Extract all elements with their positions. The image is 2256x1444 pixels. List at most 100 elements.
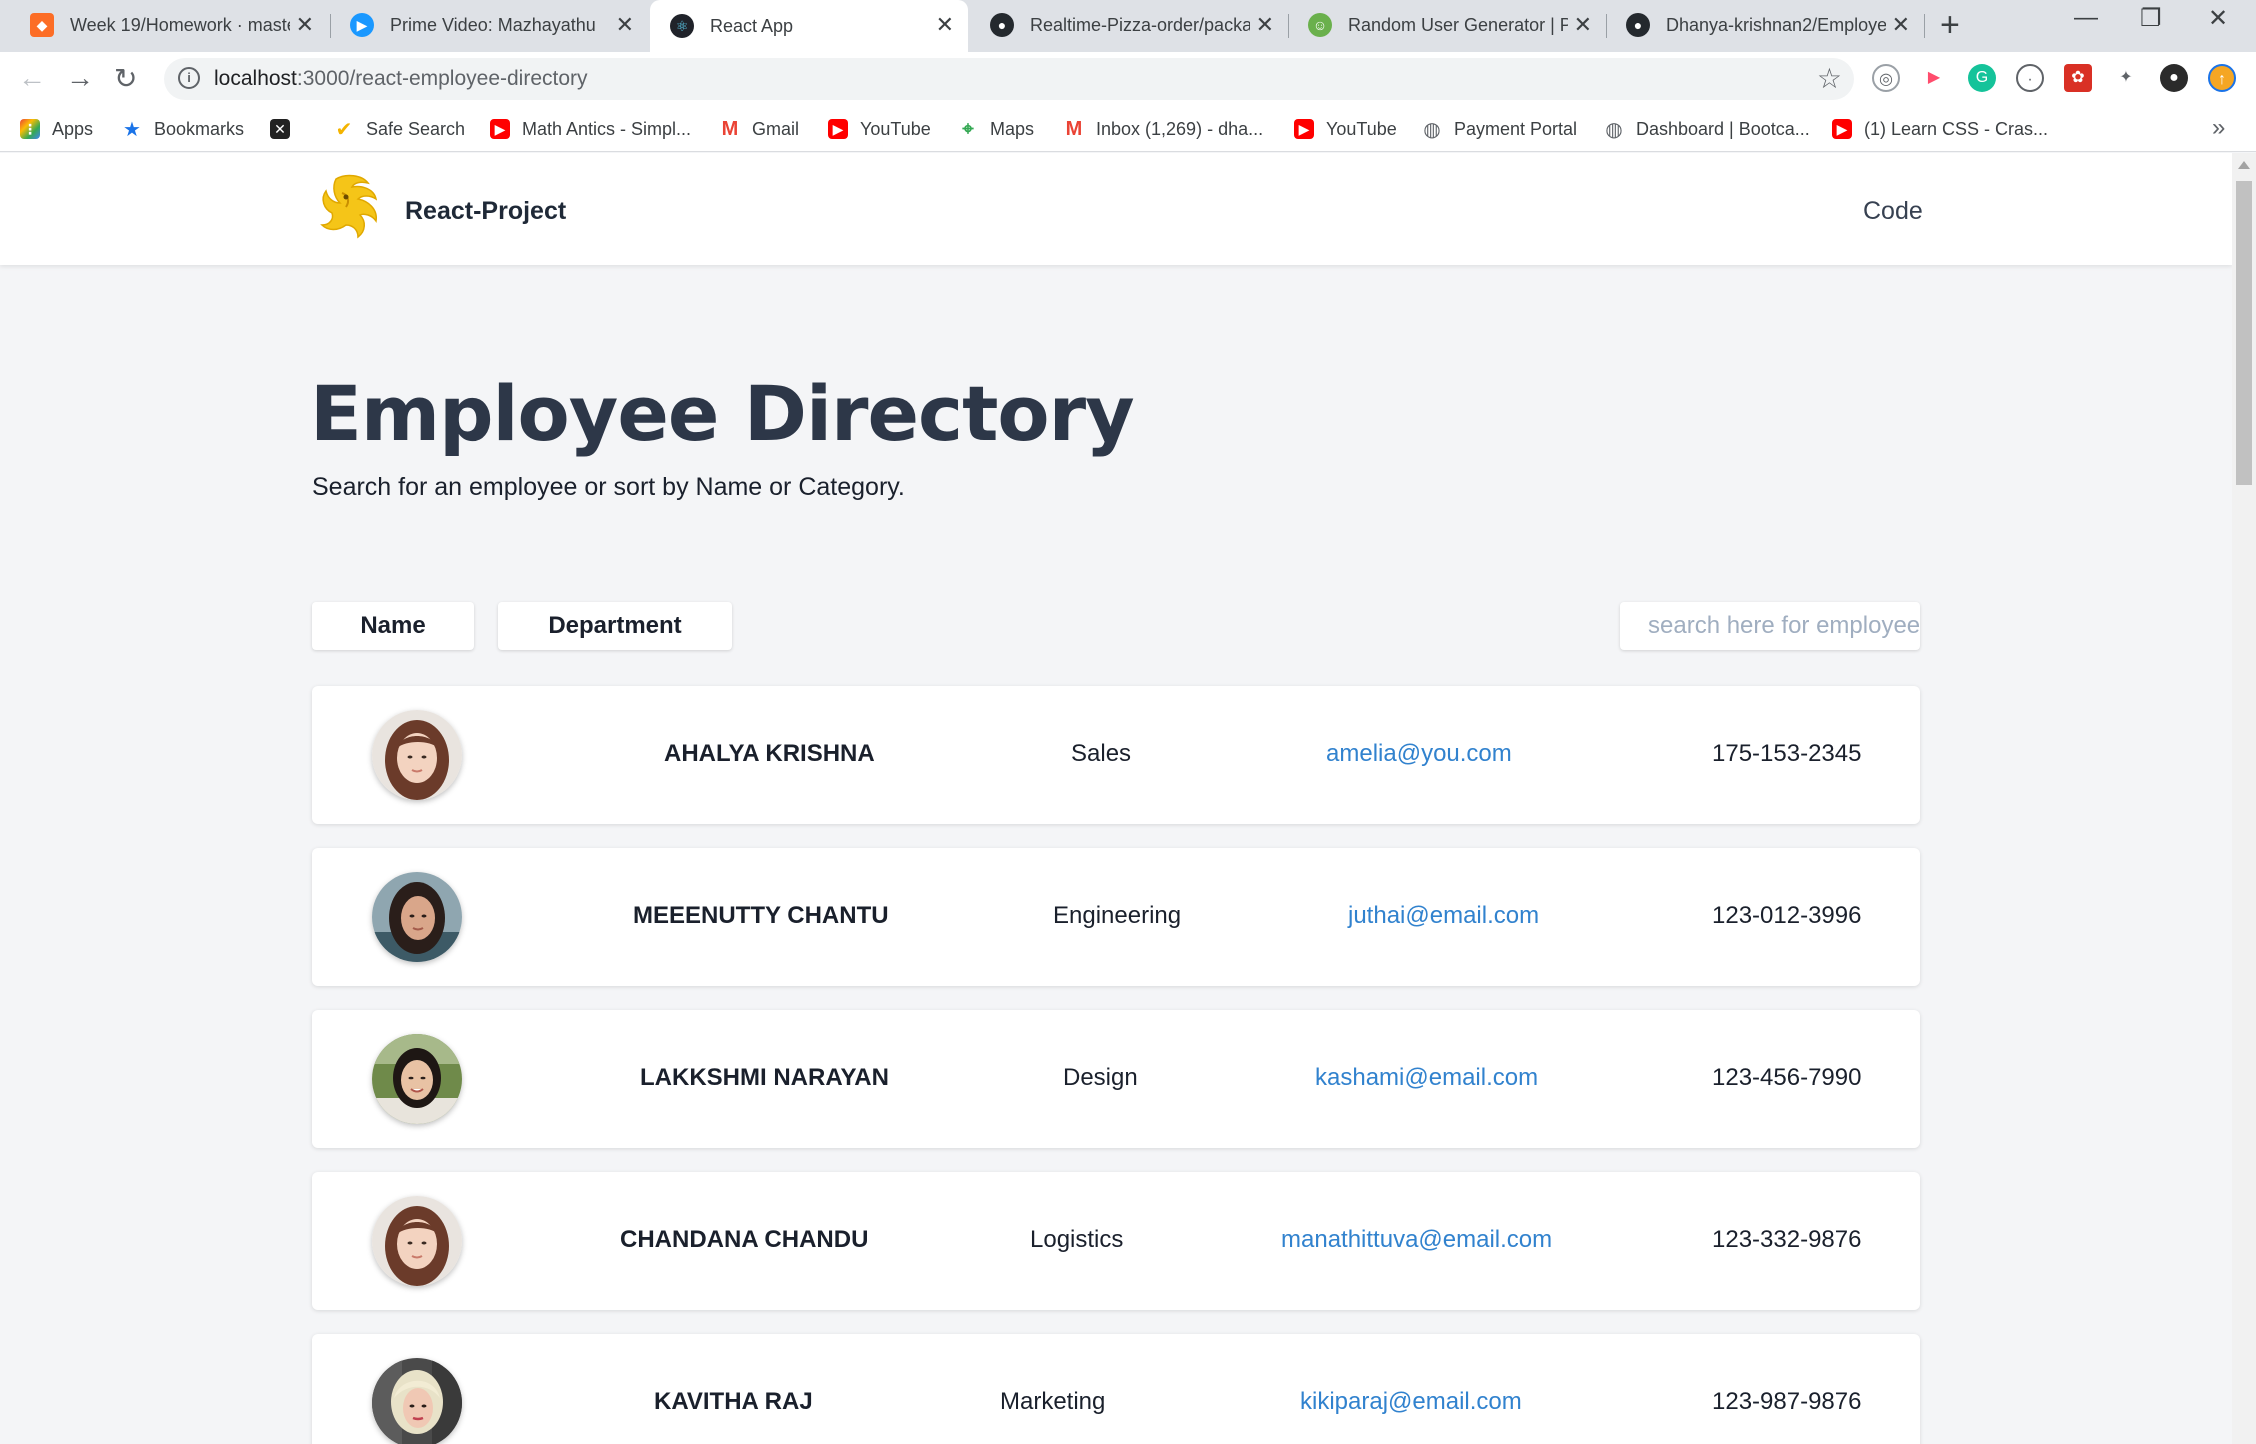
youtube-icon: ▶ xyxy=(828,119,848,139)
extension-icon[interactable]: ✿ xyxy=(2064,64,2092,92)
bookmark-item[interactable]: ✕ xyxy=(270,116,302,142)
extensions-puzzle-icon[interactable]: ✦ xyxy=(2112,64,2140,92)
new-tab-icon[interactable]: + xyxy=(1940,6,1960,45)
page-title: Employee Directory xyxy=(310,369,1135,458)
sort-by-name-button[interactable]: Name xyxy=(312,602,474,650)
star-icon: ★ xyxy=(123,118,141,141)
back-icon[interactable]: ← xyxy=(18,62,46,94)
scroll-up-icon[interactable] xyxy=(2238,161,2250,169)
extension-icon[interactable]: ▶ xyxy=(1920,64,1948,92)
close-tab-icon[interactable]: ✕ xyxy=(296,12,314,38)
scrollbar-thumb[interactable] xyxy=(2236,181,2252,485)
browser-tab-active[interactable]: ⚛ React App ✕ xyxy=(650,0,968,52)
employee-email-link[interactable]: amelia@you.com xyxy=(1326,740,1512,768)
browser-tab-bar: ◆ Week 19/Homework · master ✕ ▶ Prime Vi… xyxy=(0,0,2256,52)
apps-grid-icon: ⋮ xyxy=(20,119,40,139)
bookmark-star-icon[interactable]: ☆ xyxy=(1817,62,1842,95)
bookmark-item[interactable]: ▶ Math Antics - Simpl... xyxy=(490,116,691,142)
browser-toolbar: ← → ↻ i localhost:3000/react-employee-di… xyxy=(0,52,2256,106)
employee-email-link[interactable]: kikiparaj@email.com xyxy=(1300,1388,1522,1416)
profile-avatar[interactable]: ● xyxy=(2160,64,2188,92)
maps-icon: ⌖ xyxy=(962,117,974,140)
update-icon[interactable]: ↑ xyxy=(2208,64,2236,92)
browser-tab[interactable]: ◆ Week 19/Homework · master ✕ xyxy=(10,0,328,50)
employee-phone: 175-153-2345 xyxy=(1712,740,1862,767)
globe-icon: ◍ xyxy=(1605,118,1623,141)
restore-icon[interactable]: ❐ xyxy=(2140,4,2162,33)
bookmark-item[interactable]: ⌖ Maps xyxy=(958,116,1034,142)
bookmark-item[interactable]: ⋮ Apps xyxy=(20,116,93,142)
employee-name: LAKKSHMI NARAYAN xyxy=(640,1064,889,1091)
extension-icon[interactable]: · xyxy=(2016,64,2044,92)
page-viewport: React-Project Code Employee Directory Se… xyxy=(0,153,2232,1444)
app-navbar: React-Project Code xyxy=(0,153,2232,265)
youtube-icon: ▶ xyxy=(490,119,510,139)
employee-search-input[interactable] xyxy=(1620,602,1920,650)
extension-icon[interactable]: ◎ xyxy=(1872,64,1900,92)
bookmark-item[interactable]: M Inbox (1,269) - dha... xyxy=(1064,116,1263,142)
globe-icon: ◍ xyxy=(1423,118,1441,141)
reload-icon[interactable]: ↻ xyxy=(114,62,137,95)
github-icon: ● xyxy=(1626,13,1650,37)
employee-name: MEEENUTTY CHANTU xyxy=(633,902,889,929)
close-tab-icon[interactable]: ✕ xyxy=(1574,12,1592,38)
close-window-icon[interactable]: ✕ xyxy=(2208,4,2228,33)
browser-tab[interactable]: ☺ Random User Generator | Ph ✕ xyxy=(1288,0,1606,50)
employee-email-link[interactable]: kashami@email.com xyxy=(1315,1064,1538,1092)
bookmark-item[interactable]: M Gmail xyxy=(720,116,799,142)
close-tab-icon[interactable]: ✕ xyxy=(1892,12,1910,38)
browser-tab[interactable]: ▶ Prime Video: Mazhayathu ✕ xyxy=(330,0,648,50)
bookmark-item[interactable]: ◍ Dashboard | Bootca... xyxy=(1604,116,1810,142)
page-scrollbar[interactable] xyxy=(2232,153,2256,1444)
site-info-icon[interactable]: i xyxy=(178,67,200,89)
employee-phone: 123-987-9876 xyxy=(1712,1388,1862,1415)
page-subtitle: Search for an employee or sort by Name o… xyxy=(312,473,905,501)
address-bar[interactable]: i localhost:3000/react-employee-director… xyxy=(164,58,1854,100)
random-user-icon: ☺ xyxy=(1308,13,1332,37)
employee-row: CHANDANA CHANDU Logistics manathittuva@e… xyxy=(312,1172,1920,1310)
employee-row: KAVITHA RAJ Marketing kikiparaj@email.co… xyxy=(312,1334,1920,1444)
browser-tab[interactable]: ● Dhanya-krishnan2/Employee ✕ xyxy=(1606,0,1924,50)
employee-department: Marketing xyxy=(1000,1388,1106,1415)
bookmark-item[interactable]: ▶ (1) Learn CSS - Cras... xyxy=(1832,116,2048,142)
avatar-woman-2 xyxy=(372,872,462,962)
bookmark-item[interactable]: ★ Bookmarks xyxy=(122,116,244,142)
gmail-icon: M xyxy=(1065,117,1083,140)
brand-title[interactable]: React-Project xyxy=(405,197,566,226)
bookmark-item[interactable]: ▶ YouTube xyxy=(1294,116,1397,142)
react-icon: ⚛ xyxy=(670,14,694,38)
minimize-icon[interactable]: — xyxy=(2074,4,2098,32)
close-tab-icon[interactable]: ✕ xyxy=(616,12,634,38)
github-icon: ● xyxy=(990,13,1014,37)
employee-phone: 123-332-9876 xyxy=(1712,1226,1862,1253)
employee-name: CHANDANA CHANDU xyxy=(620,1226,869,1253)
code-link[interactable]: Code xyxy=(1863,197,1923,226)
avatar-woman-1 xyxy=(372,710,462,800)
url-text[interactable]: localhost:3000/react-employee-directory xyxy=(214,67,588,91)
bookmark-item[interactable]: ◍ Payment Portal xyxy=(1422,116,1577,142)
knight-logo-icon[interactable] xyxy=(316,173,382,241)
close-tab-icon[interactable]: ✕ xyxy=(1256,12,1274,38)
employee-row: AHALYA KRISHNA Sales amelia@you.com 175-… xyxy=(312,686,1920,824)
employee-department: Sales xyxy=(1071,740,1132,767)
browser-tab[interactable]: ● Realtime-Pizza-order/package ✕ xyxy=(970,0,1288,50)
employee-email-link[interactable]: juthai@email.com xyxy=(1348,902,1539,930)
employee-email-link[interactable]: manathittuva@email.com xyxy=(1281,1226,1552,1254)
prime-video-icon: ▶ xyxy=(350,13,374,37)
forward-icon[interactable]: → xyxy=(66,62,94,94)
colorful-ext-icon: ✕ xyxy=(270,119,290,139)
employee-row: LAKKSHMI NARAYAN Design kashami@email.co… xyxy=(312,1010,1920,1148)
employee-phone: 123-012-3996 xyxy=(1712,902,1862,929)
bookmarks-bar: ⋮ Apps ★ Bookmarks ✕ ✔ Safe Search ▶ Math An… xyxy=(0,106,2256,152)
gitlab-icon: ◆ xyxy=(30,13,54,37)
safe-search-icon: ✔ xyxy=(335,118,353,141)
sort-by-department-button[interactable]: Department xyxy=(498,602,732,650)
grammarly-icon[interactable]: G xyxy=(1968,64,1996,92)
employee-name: KAVITHA RAJ xyxy=(654,1388,813,1415)
bookmark-item[interactable]: ✔ Safe Search xyxy=(334,116,465,142)
gmail-icon: M xyxy=(721,117,739,140)
bookmark-item[interactable]: ▶ YouTube xyxy=(828,116,931,142)
close-tab-icon[interactable]: ✕ xyxy=(936,12,954,38)
employee-name: AHALYA KRISHNA xyxy=(664,740,875,767)
more-bookmarks-icon[interactable]: » xyxy=(2212,114,2225,142)
